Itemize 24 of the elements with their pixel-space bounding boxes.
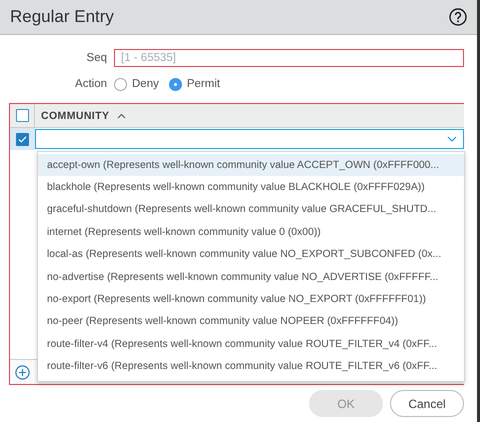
dropdown-option[interactable]: internet (Represents well-known community value 0 (0x00)) [38, 221, 464, 244]
dropdown-option[interactable]: no-peer (Represents well-known community value NOPEER (0xFFFFFF04)) [38, 310, 464, 334]
seq-label: Seq [86, 52, 108, 64]
dropdown-option[interactable]: no-advertise (Represents well-known community value NO_ADVERTISE (0xFFFFF... [38, 266, 464, 288]
radio-option[interactable]: Deny [114, 78, 159, 90]
dropdown-option[interactable]: accept-own (Represents well-known community value ACCEPT_OWN (0xFFFF000... [38, 154, 464, 176]
action-label: Action [74, 78, 108, 90]
dropdown-option[interactable]: graceful-shutdown (Represents well-known community value GRACEFUL_SHUTD... [38, 198, 464, 222]
help-icon[interactable] [449, 8, 467, 26]
dropdown-option[interactable]: route-filter-v4 (Represents well-known community value ROUTE_FILTER_v4 (0xFF... [38, 333, 464, 356]
column-header[interactable]: COMMUNITY [35, 110, 126, 122]
radio-option[interactable]: Permit [168, 78, 220, 90]
window-title: Regular Entry [10, 7, 114, 27]
add-icon[interactable] [15, 364, 30, 380]
community-combobox[interactable] [35, 129, 464, 149]
seq-field[interactable]: [1 - 65535] [114, 49, 464, 67]
dropdown-option[interactable]: local-as (Represents well-known community value NO_EXPORT_SUBCONFED (0x... [38, 244, 464, 266]
select-all-checkbox[interactable] [16, 109, 28, 122]
dropdown-option[interactable]: route-filter-v6 (Represents well-known community value ROUTE_FILTER_v6 (0xFF... [38, 356, 464, 378]
chevron-down-icon [447, 136, 457, 142]
row-checkbox[interactable] [16, 132, 29, 146]
dialog-button[interactable]: Cancel [390, 390, 464, 417]
dropdown-option[interactable]: no-export (Represents well-known community value NO_EXPORT (0xFFFFFF01)) [38, 288, 464, 311]
dropdown-option[interactable]: blackhole (Represents well-known community value BLACKHOLE (0xFFFF029A)) [38, 176, 464, 199]
